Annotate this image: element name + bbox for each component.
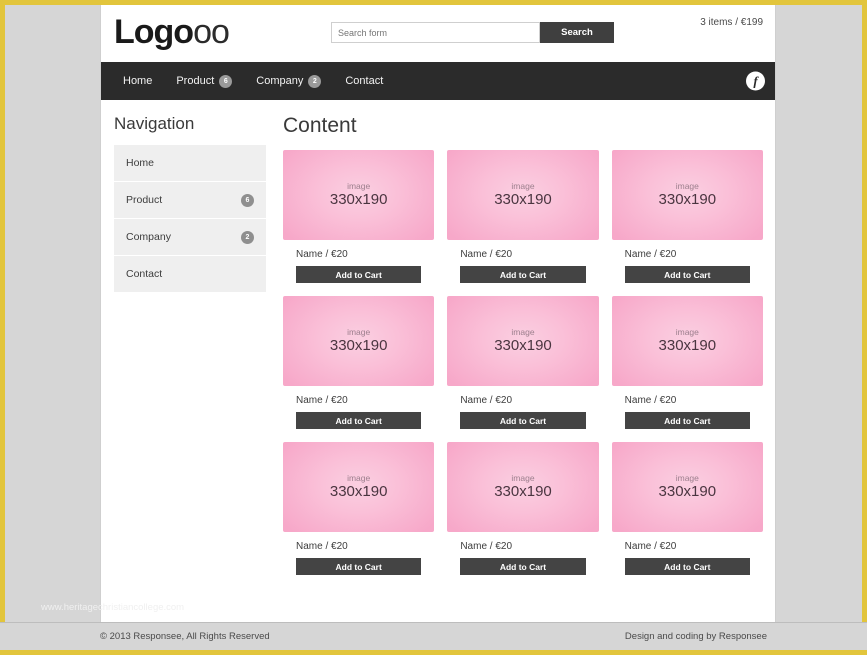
product-name-price: Name / €20 (296, 395, 434, 406)
add-to-cart-button[interactable]: Add to Cart (460, 266, 585, 283)
site-logo[interactable]: Logooo (114, 13, 229, 51)
nav-item-badge: 2 (308, 75, 321, 88)
nav-item-home[interactable]: Home (111, 75, 164, 87)
product-image-placeholder[interactable]: image330x190 (447, 442, 598, 532)
product-image-placeholder[interactable]: image330x190 (283, 442, 434, 532)
product-image-placeholder[interactable]: image330x190 (612, 150, 763, 240)
product-card: image330x190 Name / €20 Add to Cart (283, 442, 434, 575)
product-image-label: image (347, 182, 370, 191)
product-image-placeholder[interactable]: image330x190 (612, 296, 763, 386)
site-container: Logooo Search 3 items / €199 Home Produc… (100, 5, 776, 645)
facebook-icon[interactable]: f (746, 72, 765, 91)
logo-strong-text: Logo (114, 13, 193, 51)
nav-item-company[interactable]: Company 2 (244, 75, 333, 88)
sidebar-item-company[interactable]: Company 2 (114, 219, 266, 256)
search-form: Search (331, 22, 614, 43)
add-to-cart-button[interactable]: Add to Cart (460, 558, 585, 575)
product-name-price: Name / €20 (460, 395, 598, 406)
product-image-dimensions: 330x190 (330, 483, 388, 500)
product-card: image330x190 Name / €20 Add to Cart (612, 150, 763, 283)
product-image-placeholder[interactable]: image330x190 (283, 296, 434, 386)
product-image-dimensions: 330x190 (659, 483, 717, 500)
nav-item-label: Contact (345, 75, 383, 87)
content-area: Content image330x190Name / €20Add to Car… (279, 100, 775, 645)
product-name-price: Name / €20 (460, 541, 598, 552)
product-image-dimensions: 330x190 (494, 337, 552, 354)
nav-item-label: Home (123, 75, 152, 87)
add-to-cart-button[interactable]: Add to Cart (296, 412, 421, 429)
product-image-label: image (676, 182, 699, 191)
search-button[interactable]: Search (540, 22, 614, 43)
product-image-placeholder[interactable]: image330x190 (283, 150, 434, 240)
product-name-price: Name / €20 (625, 249, 763, 260)
product-card: image330x190 Name / €20 Add to Cart (447, 296, 598, 429)
product-image-dimensions: 330x190 (494, 191, 552, 208)
footer-credit[interactable]: Design and coding by Responsee (625, 631, 767, 642)
product-card: image330x190 Name / €20 Add to Cart (447, 150, 598, 283)
product-image-label: image (676, 328, 699, 337)
top-navigation: Home Product 6 Company 2 Contact f (101, 62, 775, 100)
product-image-label: image (676, 474, 699, 483)
product-image-dimensions: 330x190 (494, 483, 552, 500)
product-card: image330x190 Name / €20 Add to Cart (612, 442, 763, 575)
product-name-price: Name / €20 (296, 541, 434, 552)
sidebar-item-product[interactable]: Product 6 (114, 182, 266, 219)
sidebar-item-badge: 2 (241, 231, 254, 244)
product-image-placeholder[interactable]: image330x190 (447, 150, 598, 240)
sidebar-item-label: Contact (126, 268, 162, 280)
sidebar-item-home[interactable]: Home (114, 145, 266, 182)
product-name-price: Name / €20 (460, 249, 598, 260)
page-title: Content (283, 114, 763, 138)
product-name-price: Name / €20 (625, 395, 763, 406)
sidebar: Navigation Home Product 6 Company 2 Cont… (101, 100, 279, 645)
sidebar-item-label: Home (126, 157, 154, 169)
product-image-placeholder[interactable]: image330x190 (447, 296, 598, 386)
product-image-label: image (347, 474, 370, 483)
add-to-cart-button[interactable]: Add to Cart (296, 558, 421, 575)
body-wrapper: Navigation Home Product 6 Company 2 Cont… (101, 100, 775, 645)
search-input[interactable] (331, 22, 540, 43)
add-to-cart-button[interactable]: Add to Cart (625, 412, 750, 429)
cart-summary[interactable]: 3 items / €199 (700, 17, 763, 28)
sidebar-menu: Home Product 6 Company 2 Contact (114, 145, 266, 293)
product-image-dimensions: 330x190 (330, 337, 388, 354)
product-image-label: image (511, 328, 534, 337)
footer-copyright: © 2013 Responsee, All Rights Reserved (100, 631, 270, 642)
product-card: image330x190 Name / €20 Add to Cart (447, 442, 598, 575)
nav-item-label: Company (256, 75, 303, 87)
site-footer: © 2013 Responsee, All Rights Reserved De… (0, 622, 867, 650)
product-card: image330x190 Name / €20 Add to Cart (283, 296, 434, 429)
product-card: image330x190 Name / €20 Add to Cart (283, 150, 434, 283)
nav-item-product[interactable]: Product 6 (164, 75, 244, 88)
facebook-glyph: f (753, 74, 757, 87)
logo-light-text: oo (193, 13, 229, 51)
nav-item-label: Product (176, 75, 214, 87)
product-image-label: image (511, 474, 534, 483)
sidebar-item-badge: 6 (241, 194, 254, 207)
product-image-placeholder[interactable]: image330x190 (612, 442, 763, 532)
nav-item-badge: 6 (219, 75, 232, 88)
sidebar-item-label: Company (126, 231, 171, 243)
product-name-price: Name / €20 (296, 249, 434, 260)
site-header: Logooo Search 3 items / €199 (101, 5, 775, 62)
add-to-cart-button[interactable]: Add to Cart (296, 266, 421, 283)
product-image-label: image (347, 328, 370, 337)
product-grid: image330x190Name / €20Add to Cartimage33… (283, 150, 763, 575)
product-image-label: image (511, 182, 534, 191)
sidebar-item-label: Product (126, 194, 162, 206)
product-image-dimensions: 330x190 (659, 337, 717, 354)
page-root: { "theme": { "frame_border": "#e2c53c", … (0, 0, 867, 655)
nav-item-contact[interactable]: Contact (333, 75, 395, 87)
sidebar-title: Navigation (114, 114, 266, 134)
product-image-dimensions: 330x190 (330, 191, 388, 208)
sidebar-item-contact[interactable]: Contact (114, 256, 266, 293)
product-image-dimensions: 330x190 (659, 191, 717, 208)
add-to-cart-button[interactable]: Add to Cart (625, 558, 750, 575)
product-name-price: Name / €20 (625, 541, 763, 552)
top-navigation-list: Home Product 6 Company 2 Contact (101, 75, 395, 88)
add-to-cart-button[interactable]: Add to Cart (460, 412, 585, 429)
product-card: image330x190 Name / €20 Add to Cart (612, 296, 763, 429)
add-to-cart-button[interactable]: Add to Cart (625, 266, 750, 283)
